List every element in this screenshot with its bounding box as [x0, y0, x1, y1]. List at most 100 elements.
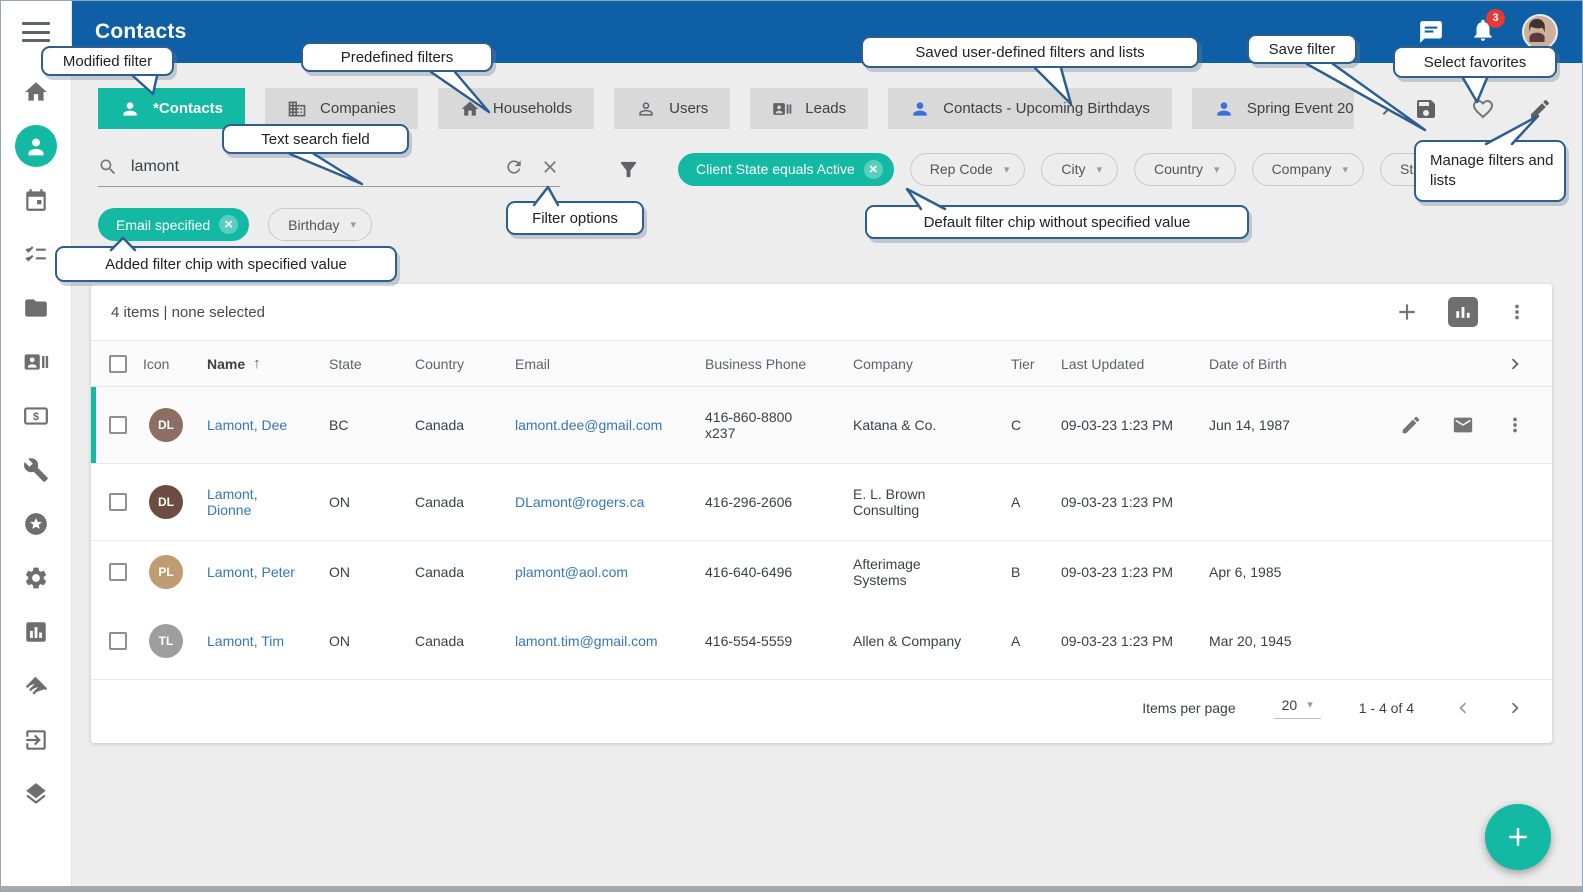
filter-chip-company[interactable]: Company▾	[1252, 153, 1364, 186]
next-page-button[interactable]	[1504, 697, 1526, 719]
search-input[interactable]	[129, 157, 488, 177]
tab-leads[interactable]: Leads	[750, 88, 868, 129]
sidebar-item-partners[interactable]	[1, 659, 71, 713]
menu-icon[interactable]	[22, 22, 50, 42]
previous-page-button[interactable]	[1452, 697, 1474, 719]
col-company[interactable]: Company	[853, 356, 1011, 372]
more-options-icon[interactable]	[1506, 301, 1528, 323]
notifications-button[interactable]: 3	[1470, 17, 1496, 48]
tabs-overflow-button[interactable]	[1374, 97, 1398, 121]
sidebar-item-settings[interactable]	[1, 551, 71, 605]
email-link[interactable]: lamont.tim@gmail.com	[515, 633, 705, 649]
callout-text-search-field: Text search field	[222, 124, 409, 154]
email-icon[interactable]	[1452, 414, 1474, 436]
col-country[interactable]: Country	[415, 356, 515, 372]
sidebar-item-reports[interactable]	[1, 605, 71, 659]
refresh-button[interactable]	[504, 157, 524, 177]
select-favorites-button[interactable]	[1471, 97, 1495, 121]
row-checkbox[interactable]	[109, 493, 127, 511]
row-checkbox[interactable]	[109, 563, 127, 581]
svg-text:$: $	[33, 411, 39, 423]
row-checkbox[interactable]	[109, 416, 127, 434]
sidebar-item-calendar[interactable]	[1, 173, 71, 227]
tab-users[interactable]: Users	[614, 88, 730, 129]
col-state[interactable]: State	[329, 356, 415, 372]
chevron-left-icon	[1452, 697, 1474, 719]
remove-chip-icon[interactable]: ×	[864, 160, 883, 179]
callout-predefined-filters: Predefined filters	[301, 42, 493, 72]
contact-name-link[interactable]: Lamont, Tim	[207, 633, 329, 649]
sidebar-item-folder[interactable]	[1, 281, 71, 335]
table-row[interactable]: DL Lamont, Dee BC Canada lamont.dee@gmai…	[91, 387, 1552, 464]
filter-chip-birthday[interactable]: Birthday▾	[268, 208, 372, 241]
row-checkbox[interactable]	[109, 632, 127, 650]
col-tier[interactable]: Tier	[1011, 356, 1061, 372]
cell-company: Katana & Co.	[853, 417, 1011, 433]
window-bottom-edge	[1, 886, 1582, 891]
filter-chip-client-state[interactable]: Client State equals Active ×	[678, 153, 894, 186]
folder-icon	[23, 295, 49, 321]
callout-label: Save filter	[1269, 41, 1336, 58]
cell-dob: Mar 20, 1945	[1209, 633, 1354, 649]
tab-upcoming-birthdays[interactable]: Contacts - Upcoming Birthdays	[888, 88, 1172, 129]
exit-icon	[23, 727, 49, 753]
tasks-icon	[23, 241, 49, 267]
add-contact-fab[interactable]	[1485, 804, 1551, 870]
manage-filters-icon[interactable]	[1528, 97, 1552, 121]
person-icon	[120, 99, 140, 119]
contact-name-link[interactable]: Lamont, Dionne	[207, 486, 329, 518]
filter-chip-rep-code[interactable]: Rep Code▾	[910, 153, 1026, 186]
sidebar-item-tools[interactable]	[1, 443, 71, 497]
email-link[interactable]: plamont@aol.com	[515, 564, 705, 580]
page-size-select[interactable]: 20 ▾	[1274, 697, 1321, 719]
tab-households[interactable]: Households	[438, 88, 594, 129]
cell-company: Afterimage Systems	[853, 556, 1011, 588]
col-name[interactable]: Name ↑	[207, 355, 329, 372]
sidebar-item-sign-out[interactable]	[1, 713, 71, 767]
sidebar-item-layers[interactable]	[1, 767, 71, 821]
select-all-checkbox[interactable]	[109, 355, 127, 373]
save-filter-icon[interactable]	[1414, 97, 1438, 121]
filter-tabs: *Contacts Companies Households Users Lea…	[98, 88, 1398, 129]
add-icon[interactable]	[1394, 299, 1420, 325]
filter-chip-email-specified[interactable]: Email specified ×	[98, 208, 249, 241]
wrench-icon	[23, 457, 49, 483]
col-label: Name	[207, 356, 245, 372]
user-avatar[interactable]	[1522, 14, 1558, 50]
table-row[interactable]: DL Lamont, Dionne ON Canada DLamont@roge…	[91, 464, 1552, 541]
star-circle-icon	[23, 511, 49, 537]
email-link[interactable]: DLamont@rogers.ca	[515, 494, 705, 510]
tab-spring-event[interactable]: Spring Event 2023 Me	[1192, 88, 1354, 129]
col-date-of-birth[interactable]: Date of Birth	[1209, 356, 1354, 372]
building-icon	[287, 99, 307, 119]
chat-icon[interactable]	[1418, 19, 1444, 45]
sidebar-item-favorites[interactable]	[1, 497, 71, 551]
cell-country: Canada	[415, 494, 515, 510]
filter-chip-country[interactable]: Country▾	[1134, 153, 1236, 186]
table-toolbar: 4 items | none selected	[91, 284, 1552, 340]
edit-icon[interactable]	[1400, 414, 1422, 436]
sidebar-item-contact-cards[interactable]	[1, 335, 71, 389]
search-field[interactable]	[98, 151, 560, 187]
clear-search-button[interactable]	[540, 157, 560, 177]
col-last-updated[interactable]: Last Updated	[1061, 356, 1209, 372]
callout-filter-options: Filter options	[506, 201, 644, 235]
contact-name-link[interactable]: Lamont, Peter	[207, 564, 329, 580]
filter-options-button[interactable]	[617, 158, 640, 181]
sidebar-item-billing[interactable]: $	[1, 389, 71, 443]
col-email[interactable]: Email	[515, 356, 705, 372]
sidebar-item-contacts[interactable]	[1, 119, 71, 173]
tab-contacts[interactable]: *Contacts	[98, 88, 245, 129]
more-options-icon[interactable]	[1504, 414, 1526, 436]
filter-chip-city[interactable]: City▾	[1041, 153, 1118, 186]
contact-name-link[interactable]: Lamont, Dee	[207, 417, 329, 433]
remove-chip-icon[interactable]: ×	[219, 215, 238, 234]
table-row[interactable]: TL Lamont, Tim ON Canada lamont.tim@gmai…	[91, 603, 1552, 680]
expand-columns-button[interactable]	[1354, 353, 1552, 375]
email-link[interactable]: lamont.dee@gmail.com	[515, 417, 705, 433]
chart-view-button[interactable]	[1448, 297, 1478, 327]
table-header: Icon Name ↑ State Country Email Business…	[91, 340, 1552, 387]
col-business-phone[interactable]: Business Phone	[705, 356, 853, 372]
tab-companies[interactable]: Companies	[265, 88, 418, 129]
table-row[interactable]: PL Lamont, Peter ON Canada plamont@aol.c…	[91, 541, 1552, 603]
